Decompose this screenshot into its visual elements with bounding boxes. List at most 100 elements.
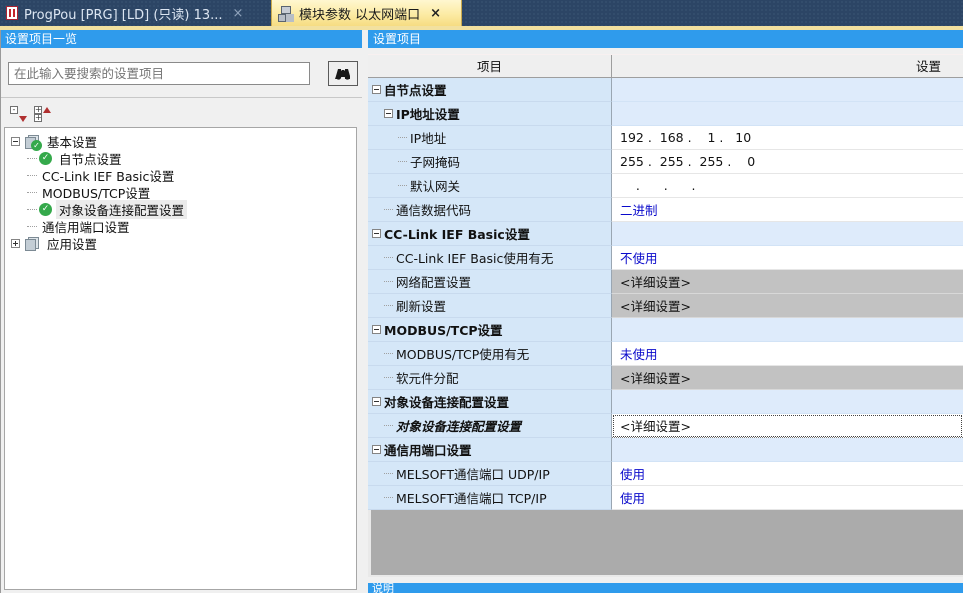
tree-item-own-node[interactable]: ✓ 自节点设置	[5, 150, 356, 167]
row-label: 通信数据代码	[396, 200, 471, 219]
collapse-expander-icon[interactable]	[11, 137, 20, 146]
row-connector	[384, 377, 393, 378]
row-connector	[384, 425, 393, 426]
tree-connector	[27, 209, 37, 210]
row-label: 刷新设置	[396, 296, 446, 315]
row-value: 使用	[620, 464, 645, 483]
row-value: <详细设置>	[620, 416, 691, 435]
description-bar: 说明	[368, 583, 963, 593]
expand-all-icon[interactable]: ++	[34, 106, 51, 122]
settings-item-header: 设置项目	[368, 30, 963, 48]
row-value: <详细设置>	[620, 296, 691, 315]
binoculars-icon	[335, 67, 351, 81]
window-edge	[0, 30, 1, 593]
collapse-expander-icon[interactable]	[372, 445, 381, 454]
row-label: MODBUS/TCP使用有无	[396, 344, 529, 363]
table-header-row: 项目 设置	[368, 54, 963, 78]
table-row-device-assignment[interactable]: 软元件分配 <详细设置>	[368, 366, 963, 390]
collapse-expander-icon[interactable]	[384, 109, 393, 118]
ladder-program-icon	[6, 6, 18, 20]
tree-item-modbus-tcp[interactable]: MODBUS/TCP设置	[5, 184, 356, 201]
collapse-expander-icon[interactable]	[372, 229, 381, 238]
tree-item-basic-settings[interactable]: ✓ 基本设置	[5, 133, 356, 150]
tab-module-parameter-ethernet[interactable]: 模块参数 以太网端口 ×	[271, 0, 462, 26]
row-value: <详细设置>	[620, 368, 691, 387]
tree-item-cclink-ief-basic[interactable]: CC-Link IEF Basic设置	[5, 167, 356, 184]
collapse-expander-icon[interactable]	[372, 85, 381, 94]
collapse-expander-icon[interactable]	[372, 397, 381, 406]
row-value: . . .	[620, 178, 696, 193]
row-label: CC-Link IEF Basic设置	[384, 224, 530, 243]
check-icon: ✓	[39, 203, 52, 216]
table-row-group[interactable]: 通信用端口设置	[368, 438, 963, 462]
expand-expander-icon[interactable]	[11, 239, 20, 248]
table-row-group[interactable]: 对象设备连接配置设置	[368, 390, 963, 414]
row-connector	[384, 257, 393, 258]
row-value: 192 . 168 . 1 . 10	[620, 130, 751, 145]
module-parameter-window: ProgPou [PRG] [LD] (只读) 13... × 模块参数 以太网…	[0, 0, 963, 593]
tab-progpou-label: ProgPou [PRG] [LD] (只读) 13...	[24, 4, 223, 23]
row-label: CC-Link IEF Basic使用有无	[396, 248, 553, 267]
tree-connector	[27, 175, 37, 176]
tab-progpou-close-icon[interactable]: ×	[229, 7, 248, 20]
row-label: 自节点设置	[384, 80, 447, 99]
row-connector	[398, 137, 407, 138]
settings-item-list-header: 设置项目一览	[0, 30, 362, 48]
settings-table: 项目 设置 自节点设置 IP地址设置 IP地址 192 . 168 . 1 . …	[368, 54, 963, 510]
tree-toolbar: - ++	[0, 97, 362, 127]
table-row-comm-data-code[interactable]: 通信数据代码 二进制	[368, 198, 963, 222]
check-icon: ✓	[39, 152, 52, 165]
table-row-subnet-mask[interactable]: 子网掩码 255 . 255 . 255 . 0	[368, 150, 963, 174]
row-value: <详细设置>	[620, 272, 691, 291]
table-row-group[interactable]: CC-Link IEF Basic设置	[368, 222, 963, 246]
column-header-setting: 设置	[612, 55, 963, 77]
table-row-target-device-config[interactable]: 对象设备连接配置设置 <详细设置>	[368, 414, 963, 438]
row-value: 二进制	[620, 200, 658, 219]
tree-connector	[27, 158, 37, 159]
row-value: 未使用	[620, 344, 658, 363]
row-connector	[384, 305, 393, 306]
row-label: 子网掩码	[410, 152, 460, 171]
collapse-all-icon[interactable]: -	[10, 106, 27, 122]
table-row-melsoft-tcp[interactable]: MELSOFT通信端口 TCP/IP 使用	[368, 486, 963, 510]
table-row-refresh-settings[interactable]: 刷新设置 <详细设置>	[368, 294, 963, 318]
row-label: MODBUS/TCP设置	[384, 320, 503, 339]
folder-plain-icon	[25, 237, 40, 251]
tree-item-communication-port[interactable]: 通信用端口设置	[5, 218, 356, 235]
table-row-melsoft-udp[interactable]: MELSOFT通信端口 UDP/IP 使用	[368, 462, 963, 486]
column-header-item: 项目	[368, 55, 612, 77]
row-connector	[398, 185, 407, 186]
row-label: IP地址设置	[396, 104, 460, 123]
document-tab-bar: ProgPou [PRG] [LD] (只读) 13... × 模块参数 以太网…	[0, 0, 963, 26]
row-connector	[384, 497, 393, 498]
row-label: IP地址	[410, 128, 446, 147]
table-row-default-gateway[interactable]: 默认网关 . . .	[368, 174, 963, 198]
search-input[interactable]	[8, 62, 310, 85]
row-connector	[384, 209, 393, 210]
collapse-expander-icon[interactable]	[372, 325, 381, 334]
folder-check-icon: ✓	[25, 135, 40, 149]
row-label: 通信用端口设置	[384, 440, 472, 459]
table-row-group[interactable]: MODBUS/TCP设置	[368, 318, 963, 342]
tree-connector	[27, 192, 37, 193]
table-row-cclink-use[interactable]: CC-Link IEF Basic使用有无 不使用	[368, 246, 963, 270]
tab-module-parameter-close-icon[interactable]: ×	[426, 7, 445, 20]
row-connector	[384, 281, 393, 282]
row-label: 默认网关	[410, 176, 460, 195]
tab-progpou[interactable]: ProgPou [PRG] [LD] (只读) 13... ×	[0, 0, 268, 26]
row-label: 网络配置设置	[396, 272, 471, 291]
search-button[interactable]	[328, 61, 358, 86]
module-parameter-icon	[278, 6, 293, 20]
row-label: MELSOFT通信端口 TCP/IP	[396, 488, 547, 507]
table-row-network-config[interactable]: 网络配置设置 <详细设置>	[368, 270, 963, 294]
table-row-group[interactable]: 自节点设置	[368, 78, 963, 102]
table-row-group[interactable]: IP地址设置	[368, 102, 963, 126]
tree-item-target-device-config[interactable]: ✓ 对象设备连接配置设置	[5, 201, 356, 218]
row-label: 对象设备连接配置设置	[384, 392, 509, 411]
table-row-modbus-use[interactable]: MODBUS/TCP使用有无 未使用	[368, 342, 963, 366]
tree-item-application-settings[interactable]: 应用设置	[5, 235, 356, 252]
tree-connector	[27, 226, 37, 227]
table-row-ip-address[interactable]: IP地址 192 . 168 . 1 . 10	[368, 126, 963, 150]
tree-item-label: 应用设置	[44, 234, 100, 253]
table-empty-area	[368, 510, 963, 577]
